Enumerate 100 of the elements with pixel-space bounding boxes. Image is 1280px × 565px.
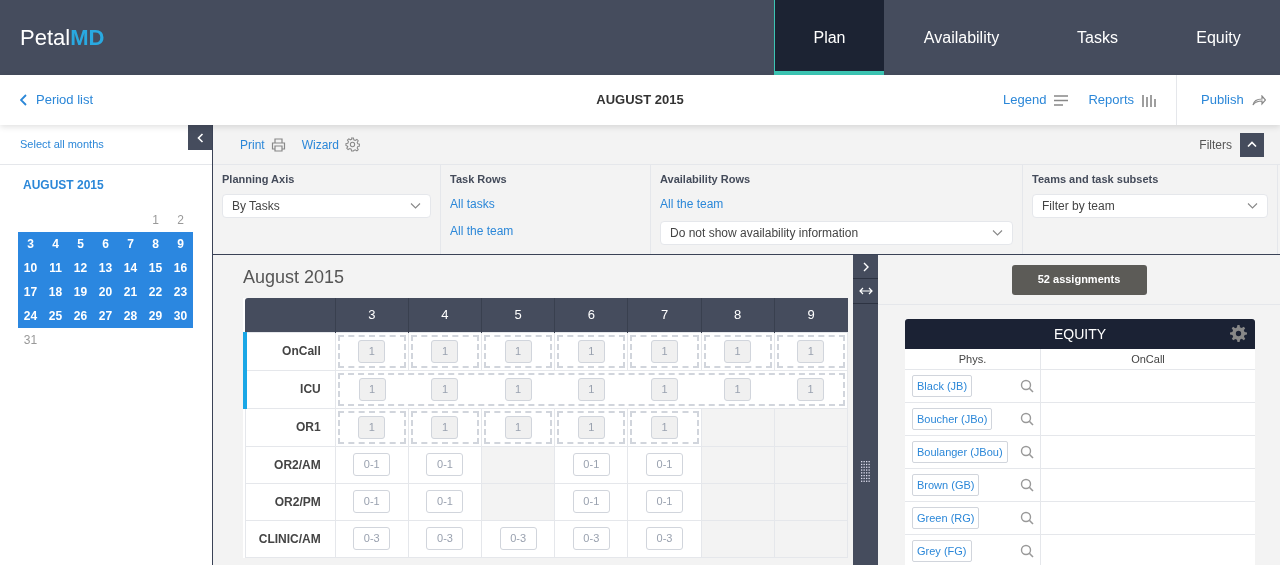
slot-chip[interactable]: 1 [504,377,532,401]
calendar-day[interactable]: 15 [143,256,168,280]
slot-chip[interactable]: 1 [724,339,752,363]
slot-chip[interactable]: 0-3 [646,527,683,550]
filter-link[interactable]: All the team [450,220,641,242]
calendar-day[interactable]: 30 [168,304,193,328]
row-label: OR2/PM [245,483,336,520]
dropdown[interactable]: By Tasks [222,193,431,218]
calendar-day[interactable]: 14 [118,256,143,280]
period-list-link[interactable]: Period list [0,90,540,110]
slot-chip[interactable]: 1 [651,339,678,363]
slot-chip[interactable]: 1 [358,377,386,401]
column-header: 4 [408,298,482,332]
calendar-day[interactable]: 17 [18,280,43,304]
slot-chip[interactable]: 1 [358,415,386,439]
slot-chip[interactable]: 0-3 [353,527,391,550]
calendar-day[interactable]: 22 [143,280,168,304]
settings-button[interactable] [1230,325,1247,342]
calendar-day[interactable]: 13 [93,256,118,280]
slot-chip[interactable]: 1 [797,377,825,401]
calendar-day[interactable]: 11 [43,256,68,280]
wizard-link[interactable]: Wizard [301,135,361,154]
physician-link[interactable]: Black (JB) [912,375,973,397]
nav-tab[interactable]: Equity [1156,0,1280,75]
slot-chip[interactable]: 0-1 [646,453,683,476]
calendar-day[interactable]: 31 [18,328,43,352]
slot-chip[interactable]: 1 [358,339,386,363]
chevron-down-icon [410,202,421,209]
collapse-filters-button[interactable] [1240,132,1264,157]
publish-link[interactable]: Publish [1201,90,1266,110]
calendar-day[interactable]: 28 [118,304,143,328]
slot-chip[interactable]: 1 [504,339,532,363]
physician-link[interactable]: Green (RG) [912,507,980,529]
slot-chip[interactable]: 1 [724,377,752,401]
slot-chip[interactable]: 1 [577,339,605,363]
schedule-title: August 2015 [243,265,346,289]
reports-link[interactable]: Reports [1088,90,1156,110]
physician-link[interactable]: Brown (GB) [912,474,980,496]
slot-chip[interactable]: 0-3 [572,527,610,550]
print-link[interactable]: Print [240,135,286,154]
slot-chip[interactable]: 1 [431,339,459,363]
slot-chip[interactable]: 0-1 [426,453,464,476]
calendar-day[interactable]: 8 [143,232,168,256]
calendar-day[interactable]: 24 [18,304,43,328]
chevron-down-icon [1247,202,1258,209]
physician-link[interactable]: Grey (FG) [912,540,972,562]
calendar-day[interactable]: 10 [18,256,43,280]
slot-chip[interactable]: 0-3 [499,527,537,550]
calendar-day[interactable]: 9 [168,232,193,256]
chevron-left-icon [196,132,204,143]
slot-chip[interactable]: 1 [651,377,678,401]
calendar-day[interactable]: 3 [18,232,43,256]
legend-link[interactable]: Legend [1003,90,1069,110]
logo: PetalMD [19,24,106,52]
slot-chip[interactable]: 0-1 [353,490,391,513]
slot-chip[interactable]: 1 [651,415,678,439]
calendar-day[interactable]: 29 [143,304,168,328]
dropdown[interactable]: Do not show availability information [660,220,1013,245]
calendar-day[interactable]: 1 [143,208,168,232]
calendar-day[interactable]: 21 [118,280,143,304]
nav-tab[interactable]: Plan [774,0,884,75]
calendar-day[interactable]: 12 [68,256,93,280]
calendar-day[interactable]: 7 [118,232,143,256]
slot-chip[interactable]: 0-1 [572,490,610,513]
collapse-sidebar-button[interactable] [188,125,212,150]
slot-chip[interactable]: 1 [504,415,532,439]
nav-tab[interactable]: Tasks [1038,0,1156,75]
slot-chip[interactable]: 0-3 [426,527,464,550]
search-icon [1020,412,1034,426]
nav-tab[interactable]: Availability [884,0,1038,75]
calendar-day[interactable]: 20 [93,280,118,304]
slot-chip[interactable]: 1 [797,339,825,363]
physician-link[interactable]: Boucher (JBo) [912,408,993,430]
row-label: OR1 [245,408,336,446]
dropdown[interactable]: Filter by team [1032,193,1268,218]
calendar-day[interactable]: 2 [168,208,193,232]
calendar-day[interactable]: 18 [43,280,68,304]
slot-chip[interactable]: 1 [431,377,459,401]
select-all-months-link[interactable]: Select all months [20,136,104,153]
search-icon [1020,544,1034,558]
slot-chip[interactable]: 1 [431,415,459,439]
slot-chip[interactable]: 0-1 [572,453,610,476]
calendar-day[interactable]: 19 [68,280,93,304]
calendar-day[interactable]: 6 [93,232,118,256]
slot-chip[interactable]: 0-1 [353,453,391,476]
slot-chip[interactable]: 0-1 [426,490,464,513]
calendar-day[interactable]: 16 [168,256,193,280]
calendar-day[interactable]: 25 [43,304,68,328]
slot-chip[interactable]: 0-1 [646,490,683,513]
assignments-button[interactable]: 52 assignments [1011,264,1147,295]
slot-chip[interactable]: 1 [577,415,605,439]
physician-link[interactable]: Boulanger (JBou) [912,441,1008,463]
filter-link[interactable]: All tasks [450,193,641,215]
calendar-day[interactable]: 27 [93,304,118,328]
calendar-day[interactable]: 4 [43,232,68,256]
calendar-day[interactable]: 5 [68,232,93,256]
calendar-day[interactable]: 23 [168,280,193,304]
slot-chip[interactable]: 1 [577,377,605,401]
calendar-day[interactable]: 26 [68,304,93,328]
filter-link[interactable]: All the team [660,193,1013,215]
